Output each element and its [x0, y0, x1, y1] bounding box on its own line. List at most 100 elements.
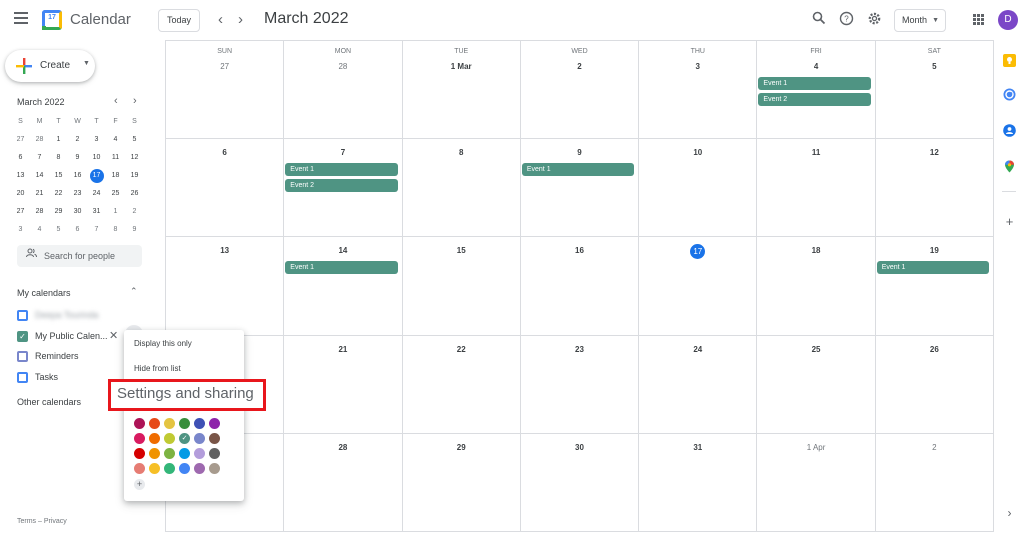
day-number[interactable]: 2	[932, 443, 936, 452]
color-swatch[interactable]	[134, 433, 145, 444]
day-number[interactable]: 6	[222, 148, 226, 157]
day-number[interactable]: 9	[577, 148, 581, 157]
mini-day[interactable]: 3	[11, 221, 30, 239]
mini-calendar-next-button[interactable]: ›	[133, 95, 137, 107]
next-period-button[interactable]: ›	[238, 11, 243, 28]
color-swatch[interactable]	[179, 418, 190, 429]
day-number[interactable]: 8	[459, 148, 463, 157]
color-swatch[interactable]	[164, 463, 175, 474]
day-cell[interactable]: 7 Event 1 Event 2	[284, 139, 403, 238]
color-swatch-selected[interactable]: ✓	[179, 433, 190, 444]
day-cell[interactable]: 30	[520, 433, 640, 532]
mini-day[interactable]: 22	[49, 185, 68, 203]
google-apps-icon[interactable]	[973, 14, 984, 25]
day-number[interactable]: 5	[932, 62, 936, 71]
mini-day-today[interactable]: 17	[87, 167, 106, 185]
checkbox[interactable]	[17, 372, 28, 383]
account-avatar[interactable]: D	[998, 10, 1018, 30]
settings-gear-icon[interactable]	[865, 11, 883, 29]
color-swatch[interactable]	[134, 463, 145, 474]
today-button[interactable]: Today	[158, 9, 200, 32]
mini-day[interactable]: 15	[49, 167, 68, 185]
day-cell[interactable]: 13	[166, 237, 285, 336]
mini-day[interactable]: 24	[87, 185, 106, 203]
mini-day[interactable]: 12	[125, 149, 144, 167]
mini-day[interactable]: 9	[68, 149, 87, 167]
terms-privacy-links[interactable]: Terms – Privacy	[17, 518, 67, 525]
color-swatch[interactable]	[134, 418, 145, 429]
day-cell[interactable]: 8	[402, 139, 521, 238]
day-cell[interactable]: TUE 1 Mar	[402, 41, 521, 140]
expand-panel-icon[interactable]: ›	[1003, 507, 1016, 520]
mini-day[interactable]: 28	[30, 131, 49, 149]
mini-day[interactable]: 27	[11, 203, 30, 221]
mini-day[interactable]: 1	[106, 203, 125, 221]
day-cell[interactable]: 14 Event 1	[284, 237, 403, 336]
mini-day[interactable]: 20	[11, 185, 30, 203]
mini-day[interactable]: 5	[49, 221, 68, 239]
mini-day[interactable]: 14	[30, 167, 49, 185]
day-cell[interactable]: SUN 27	[166, 41, 285, 140]
mini-day[interactable]: 26	[125, 185, 144, 203]
day-number[interactable]: 3	[696, 62, 700, 71]
color-swatch[interactable]	[194, 463, 205, 474]
color-swatch[interactable]	[134, 448, 145, 459]
day-number[interactable]: 23	[575, 345, 584, 354]
mini-day[interactable]: 7	[87, 221, 106, 239]
day-cell[interactable]: 16	[520, 237, 640, 336]
day-cell[interactable]: WED 2	[520, 41, 640, 140]
day-cell[interactable]: 1 Apr	[757, 433, 876, 532]
checkbox-checked[interactable]: ✓	[17, 331, 28, 342]
day-number[interactable]: 25	[812, 345, 821, 354]
search-icon[interactable]	[810, 11, 828, 29]
day-cell[interactable]: 21	[284, 335, 403, 434]
color-swatch[interactable]	[149, 433, 160, 444]
day-cell[interactable]: 17	[639, 237, 758, 336]
checkbox[interactable]	[17, 351, 28, 362]
day-number[interactable]: 1 Mar	[451, 62, 472, 71]
day-cell[interactable]: THU 3	[639, 41, 758, 140]
mini-day[interactable]: 21	[30, 185, 49, 203]
color-swatch[interactable]	[209, 433, 220, 444]
mini-day[interactable]: 29	[49, 203, 68, 221]
keep-icon[interactable]	[1003, 54, 1016, 67]
day-number[interactable]: 13	[220, 246, 229, 255]
event-chip[interactable]: Event 1	[876, 261, 989, 275]
other-calendars-title[interactable]: Other calendars	[17, 397, 81, 407]
calendar-logo-icon[interactable]: 17	[42, 10, 62, 30]
day-cell[interactable]: 19 Event 1	[875, 237, 994, 336]
tasks-icon[interactable]	[1003, 88, 1016, 101]
mini-day[interactable]: 25	[106, 185, 125, 203]
day-number[interactable]: 24	[693, 345, 702, 354]
day-number[interactable]: 29	[457, 443, 466, 452]
mini-day[interactable]: 3	[87, 131, 106, 149]
checkbox[interactable]	[17, 310, 28, 321]
day-number[interactable]: 16	[575, 246, 584, 255]
add-custom-color-button[interactable]: +	[134, 479, 145, 490]
mini-day[interactable]: 18	[106, 167, 125, 185]
mini-day[interactable]: 4	[106, 131, 125, 149]
color-swatch[interactable]	[194, 448, 205, 459]
remove-calendar-icon[interactable]: ✕	[109, 329, 118, 342]
day-cell[interactable]: 9 Event 1	[520, 139, 640, 238]
chevron-up-icon[interactable]: ⌃	[130, 286, 138, 297]
day-cell[interactable]: 26	[875, 335, 994, 434]
color-swatch[interactable]	[209, 448, 220, 459]
color-swatch[interactable]	[149, 448, 160, 459]
color-swatch[interactable]	[194, 433, 205, 444]
day-cell[interactable]: 23	[520, 335, 640, 434]
day-number[interactable]: 7	[341, 148, 345, 157]
day-cell[interactable]: 11	[757, 139, 876, 238]
menu-item-hide-from-list[interactable]: Hide from list	[134, 364, 181, 373]
search-people-input[interactable]: Search for people	[17, 245, 142, 267]
color-swatch[interactable]	[209, 418, 220, 429]
menu-item-settings-and-sharing[interactable]: Settings and sharing	[117, 385, 254, 402]
day-cell[interactable]: 15	[402, 237, 521, 336]
mini-day[interactable]: 6	[11, 149, 30, 167]
day-number[interactable]: 22	[457, 345, 466, 354]
view-select-dropdown[interactable]: Month ▼	[894, 9, 946, 32]
mini-day[interactable]: 2	[125, 203, 144, 221]
mini-day[interactable]: 28	[30, 203, 49, 221]
day-number[interactable]: 18	[812, 246, 821, 255]
day-number[interactable]: 14	[338, 246, 347, 255]
